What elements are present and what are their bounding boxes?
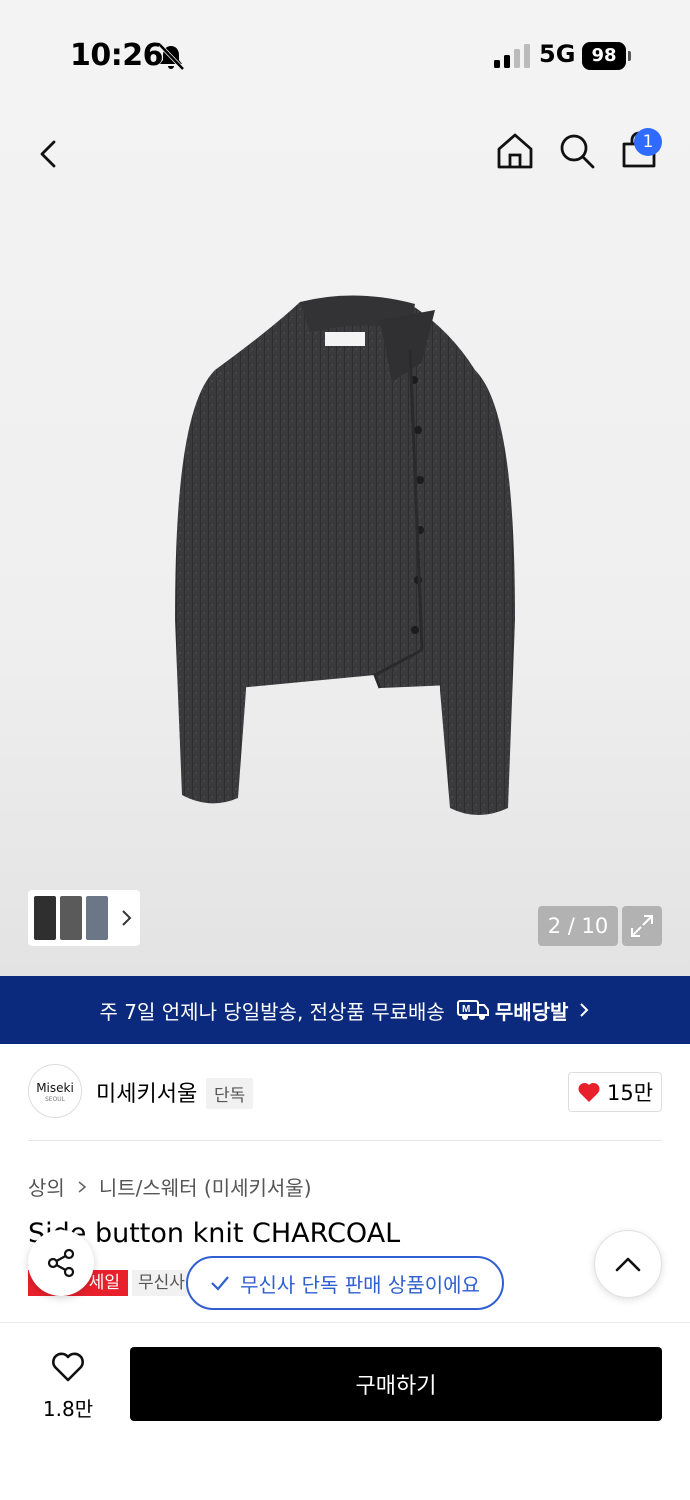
heart-outline-icon <box>52 1352 84 1382</box>
brand-logo[interactable]: Miseki SEOUL <box>28 1064 82 1118</box>
toast-text: 무신사 단독 판매 상품이에요 <box>240 1272 480 1297</box>
breadcrumb-category[interactable]: 상의 <box>28 1172 65 1201</box>
wish-count: 1.8만 <box>42 1397 94 1421</box>
brand-name[interactable]: 미세키서울 <box>96 1076 197 1108</box>
exclusive-badge: 단독 <box>206 1078 254 1109</box>
chevron-right-icon[interactable] <box>120 906 134 930</box>
buy-button[interactable]: 구매하기 <box>130 1347 662 1421</box>
svg-text:M: M <box>462 1004 470 1015</box>
check-icon <box>211 1276 229 1291</box>
brand-like-button[interactable]: 15만 <box>568 1072 662 1112</box>
status-time: 10:26 <box>70 38 164 73</box>
share-button[interactable] <box>28 1230 94 1296</box>
banner-text: 주 7일 언제나 당일발송, 전상품 무료배송 <box>99 999 445 1024</box>
breadcrumb: 상의 니트/스웨터 (미세키서울) <box>28 1172 312 1201</box>
banner-brand: 무배당발 <box>494 999 569 1024</box>
battery-cap <box>628 51 631 61</box>
battery-icon: 98 <box>582 42 626 70</box>
back-icon[interactable] <box>28 134 68 174</box>
share-icon <box>47 1248 75 1278</box>
thumbnail-strip[interactable] <box>28 890 140 946</box>
delivery-truck-icon: M <box>456 1000 489 1020</box>
thumbnail[interactable] <box>34 896 56 940</box>
exclusive-toast: 무신사 단독 판매 상품이에요 <box>186 1256 504 1310</box>
thumbnail[interactable] <box>60 896 82 940</box>
cart-count-badge: 1 <box>634 128 662 156</box>
network-label: 5G <box>539 40 576 68</box>
brand-logo-sub: SEOUL <box>44 1096 66 1103</box>
breadcrumb-subcategory[interactable]: 니트/스웨터 (미세키서울) <box>99 1172 312 1201</box>
expand-icon[interactable] <box>622 906 662 946</box>
wish-button[interactable]: 1.8만 <box>28 1351 108 1421</box>
status-bar: 10:26 5G 98 <box>0 0 690 110</box>
home-icon[interactable] <box>494 130 536 172</box>
bell-off-icon <box>158 43 185 71</box>
thumbnail[interactable] <box>86 896 108 940</box>
bottom-bar: 1.8만 구매하기 <box>0 1322 690 1500</box>
search-icon[interactable] <box>556 130 598 172</box>
chevron-right-icon <box>78 1180 87 1193</box>
brand-logo-text: Miseki <box>36 1081 74 1095</box>
product-gallery[interactable]: 1 2 / 10 <box>0 110 690 976</box>
divider <box>28 1140 662 1141</box>
image-counter: 2 / 10 <box>538 906 618 946</box>
delivery-banner[interactable]: 주 7일 언제나 당일발송, 전상품 무료배송 M 무배당발 <box>0 976 690 1044</box>
chevron-right-icon <box>580 1003 589 1017</box>
signal-icon <box>494 44 530 68</box>
product-image <box>175 295 515 815</box>
scroll-top-button[interactable] <box>594 1230 662 1298</box>
musinsa-badge: 무신사 <box>132 1270 188 1296</box>
chevron-up-icon <box>615 1257 641 1272</box>
heart-filled-icon <box>578 1082 600 1102</box>
brand-like-count: 15만 <box>606 1081 654 1105</box>
